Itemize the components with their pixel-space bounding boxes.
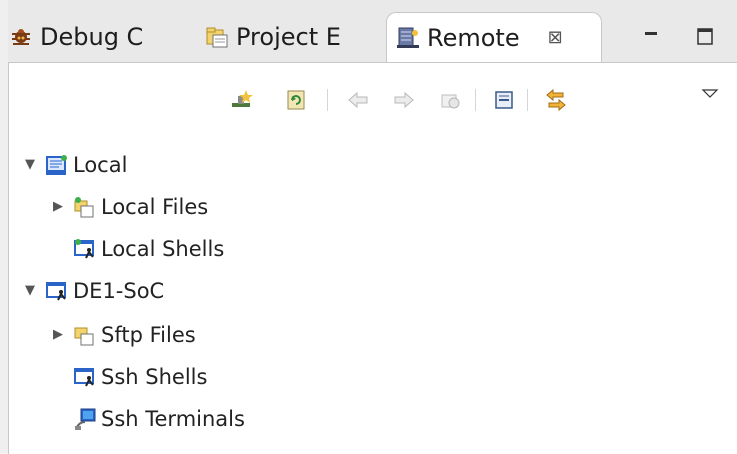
tab-label: Remote bbox=[427, 23, 520, 52]
view-menu-icon[interactable] bbox=[697, 81, 723, 107]
tree-item-label: Ssh Terminals bbox=[101, 407, 245, 431]
tree-item-label: Sftp Files bbox=[101, 323, 196, 347]
collapsed-arrow-icon[interactable]: ▶ bbox=[51, 328, 65, 342]
tree-item-local-files[interactable]: ▶ Local Files bbox=[51, 187, 208, 227]
toolbar-separator bbox=[327, 89, 328, 111]
tree-item-local[interactable]: ▼ Local bbox=[23, 145, 127, 185]
tab-label: Project E bbox=[236, 23, 341, 51]
back-icon[interactable] bbox=[345, 87, 371, 113]
refresh-icon[interactable] bbox=[283, 87, 309, 113]
tab-debug[interactable]: Debug C bbox=[8, 12, 198, 62]
tree-item-de1-soc[interactable]: ▼ DE1-SoC bbox=[23, 271, 164, 311]
remote-systems-icon bbox=[395, 25, 421, 51]
new-connection-icon[interactable] bbox=[229, 87, 255, 113]
tree-item-local-shells[interactable]: Local Shells bbox=[73, 229, 224, 269]
expand-arrow-icon[interactable]: ▼ bbox=[23, 284, 37, 298]
local-host-icon bbox=[45, 153, 69, 177]
terminal-icon bbox=[73, 407, 97, 431]
shells-icon bbox=[73, 237, 97, 261]
debug-icon bbox=[8, 24, 34, 50]
link-with-editor-icon[interactable] bbox=[543, 87, 569, 113]
tab-label: Debug C bbox=[40, 23, 144, 51]
remote-host-icon bbox=[45, 279, 69, 303]
minimize-icon[interactable] bbox=[638, 26, 664, 48]
sftp-files-icon bbox=[73, 323, 97, 347]
expand-arrow-icon[interactable]: ▼ bbox=[23, 158, 37, 172]
tab-project-explorer[interactable]: Project E bbox=[204, 12, 384, 62]
files-icon bbox=[73, 195, 97, 219]
tree-item-ssh-shells[interactable]: Ssh Shells bbox=[73, 357, 207, 397]
tree-item-label: Local Files bbox=[101, 195, 209, 219]
tree-item-sftp-files[interactable]: ▶ Sftp Files bbox=[51, 315, 196, 355]
forward-icon[interactable] bbox=[391, 87, 417, 113]
tree-item-ssh-terminals[interactable]: Ssh Terminals bbox=[73, 399, 245, 439]
tree-item-label: Ssh Shells bbox=[101, 365, 208, 389]
view-tab-strip: Debug C Project E Remote ⊠ bbox=[8, 0, 737, 62]
remote-systems-view: Debug C Project E Remote ⊠ ▼ Local ▶ Loc… bbox=[0, 0, 737, 454]
tree-item-label: DE1-SoC bbox=[73, 279, 165, 303]
project-explorer-icon bbox=[204, 24, 230, 50]
view-content: ▼ Local ▶ Local Files Local Shells ▼ DE1… bbox=[8, 62, 737, 454]
tree-item-label: Local Shells bbox=[101, 237, 225, 261]
view-toolbar bbox=[9, 63, 737, 112]
maximize-icon[interactable] bbox=[692, 26, 718, 48]
toolbar-separator bbox=[527, 89, 528, 111]
shells-icon bbox=[73, 365, 97, 389]
tab-remote-systems[interactable]: Remote ⊠ bbox=[386, 12, 602, 62]
collapsed-arrow-icon[interactable]: ▶ bbox=[51, 200, 65, 214]
toolbar-separator bbox=[475, 89, 476, 111]
tree-item-label: Local bbox=[73, 153, 128, 177]
tab-close-icon[interactable]: ⊠ bbox=[548, 27, 563, 48]
home-icon[interactable] bbox=[437, 87, 463, 113]
collapse-all-icon[interactable] bbox=[491, 87, 517, 113]
